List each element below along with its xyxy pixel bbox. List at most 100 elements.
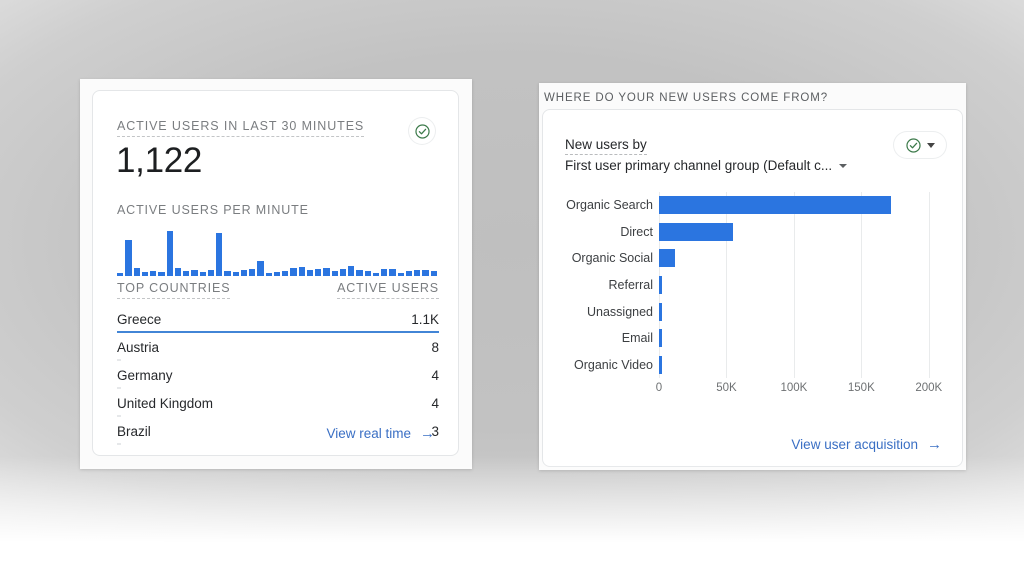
table-row[interactable]: Greece 1.1K bbox=[117, 305, 439, 333]
bar-row[interactable] bbox=[659, 192, 949, 219]
view-user-acquisition-label: View user acquisition bbox=[791, 437, 918, 452]
table-row[interactable]: United Kingdom 4 bbox=[117, 389, 439, 417]
sparkline-bar bbox=[150, 271, 156, 276]
new-users-bar-chart: Organic SearchDirectOrganic SocialReferr… bbox=[561, 192, 949, 410]
bar-row[interactable] bbox=[659, 325, 949, 352]
sparkline-bar bbox=[216, 233, 222, 276]
channel-label: Organic Social bbox=[561, 245, 659, 272]
channel-label: Email bbox=[561, 325, 659, 352]
sparkline-bar bbox=[142, 272, 148, 276]
channel-label: Referral bbox=[561, 272, 659, 299]
chevron-down-icon bbox=[927, 143, 935, 148]
sparkline-bar bbox=[175, 268, 181, 276]
bar-row[interactable] bbox=[659, 272, 949, 299]
axis-tick-label: 0 bbox=[656, 382, 662, 394]
sparkline-bar bbox=[158, 272, 164, 276]
check-circle-icon bbox=[905, 137, 922, 154]
sparkline-bar bbox=[241, 270, 247, 276]
sparkline-bar bbox=[282, 271, 288, 276]
sparkline-bar bbox=[373, 273, 379, 276]
active-users-value: 8 bbox=[431, 340, 439, 355]
active-users-sparkline bbox=[117, 223, 439, 276]
channel-axis-labels: Organic SearchDirectOrganic SocialReferr… bbox=[561, 192, 659, 378]
sparkline-bar bbox=[307, 270, 313, 276]
sparkline-bar bbox=[274, 272, 280, 276]
channel-bar[interactable] bbox=[659, 196, 891, 214]
realtime-headline-label: ACTIVE USERS IN LAST 30 MINUTES bbox=[117, 119, 364, 137]
realtime-active-users-value: 1,122 bbox=[116, 141, 202, 181]
active-users-value: 4 bbox=[431, 368, 439, 383]
bar-chart-plot-area bbox=[659, 192, 949, 378]
view-real-time-label: View real time bbox=[326, 426, 411, 441]
sparkline-bar bbox=[249, 269, 255, 276]
sparkline-bar bbox=[257, 261, 263, 276]
sparkline-bar bbox=[125, 240, 131, 276]
chart-bars bbox=[659, 192, 949, 378]
sparkline-bar bbox=[134, 268, 140, 276]
channel-bar[interactable] bbox=[659, 249, 675, 267]
sparkline-bar bbox=[183, 271, 189, 276]
axis-tick-label: 50K bbox=[716, 382, 736, 394]
channel-bar[interactable] bbox=[659, 276, 662, 294]
channel-group-dimension-label: First user primary channel group (Defaul… bbox=[565, 158, 832, 173]
bar-row[interactable] bbox=[659, 298, 949, 325]
top-countries-table-header: TOP COUNTRIES ACTIVE USERS bbox=[117, 281, 439, 299]
card-status-dropdown[interactable] bbox=[894, 132, 946, 158]
axis-tick-label: 200K bbox=[915, 382, 942, 394]
sparkline-bar bbox=[290, 268, 296, 276]
channel-bar[interactable] bbox=[659, 356, 662, 374]
country-name: Brazil bbox=[117, 424, 151, 439]
sparkline-bar bbox=[414, 270, 420, 276]
sparkline-bar bbox=[200, 272, 206, 276]
value-axis-ticks: 0 50K 100K 150K 200K bbox=[659, 382, 949, 400]
axis-tick-label: 150K bbox=[848, 382, 875, 394]
sparkline-bar bbox=[224, 271, 230, 276]
column-header-country: TOP COUNTRIES bbox=[117, 281, 230, 299]
channel-label: Organic Search bbox=[561, 192, 659, 219]
channel-bar[interactable] bbox=[659, 223, 733, 241]
active-users-value: 1.1K bbox=[411, 312, 439, 327]
country-name: Germany bbox=[117, 368, 173, 383]
dashboard-canvas: ACTIVE USERS IN LAST 30 MINUTES 1,122 AC… bbox=[0, 0, 1024, 576]
sparkline-bar bbox=[365, 271, 371, 276]
sparkline-bar bbox=[406, 271, 412, 276]
sparkline-bar bbox=[191, 270, 197, 276]
table-row[interactable]: Austria8 bbox=[117, 333, 439, 361]
sparkline-bar bbox=[315, 269, 321, 276]
view-real-time-link[interactable]: View real time → bbox=[326, 426, 435, 441]
axis-tick-label: 100K bbox=[780, 382, 807, 394]
country-name: United Kingdom bbox=[117, 396, 213, 411]
channel-label: Direct bbox=[561, 219, 659, 246]
bar-row[interactable] bbox=[659, 219, 949, 246]
channel-label: Unassigned bbox=[561, 298, 659, 325]
channel-label: Organic Video bbox=[561, 351, 659, 378]
channel-group-dimension-selector[interactable]: First user primary channel group (Defaul… bbox=[565, 158, 847, 173]
realtime-card: ACTIVE USERS IN LAST 30 MINUTES 1,122 AC… bbox=[92, 90, 459, 456]
table-row[interactable]: Germany 4 bbox=[117, 361, 439, 389]
acquisition-card-title: WHERE DO YOUR NEW USERS COME FROM? bbox=[544, 92, 828, 104]
sparkline-bar bbox=[332, 271, 338, 276]
sparkline-bar bbox=[422, 270, 428, 276]
new-users-metric-selector[interactable]: New users by bbox=[565, 137, 647, 152]
row-share-bar bbox=[117, 443, 121, 445]
sparkline-bar bbox=[233, 272, 239, 276]
arrow-right-icon: → bbox=[420, 426, 435, 441]
view-user-acquisition-link[interactable]: View user acquisition → bbox=[791, 437, 942, 452]
realtime-card-shell: ACTIVE USERS IN LAST 30 MINUTES 1,122 AC… bbox=[80, 79, 472, 469]
bar-row[interactable] bbox=[659, 351, 949, 378]
arrow-right-icon: → bbox=[927, 437, 942, 452]
active-users-value: 4 bbox=[431, 396, 439, 411]
bar-row[interactable] bbox=[659, 245, 949, 272]
channel-bar[interactable] bbox=[659, 303, 662, 321]
acquisition-card-shell: WHERE DO YOUR NEW USERS COME FROM? New u… bbox=[539, 83, 966, 470]
sparkline-bar bbox=[381, 269, 387, 276]
sparkline-bar bbox=[167, 231, 173, 276]
sparkline-bar bbox=[356, 270, 362, 276]
sparkline-bar bbox=[431, 271, 437, 276]
channel-bar[interactable] bbox=[659, 329, 662, 347]
country-name: Greece bbox=[117, 312, 161, 327]
active-users-per-minute-label: ACTIVE USERS PER MINUTE bbox=[117, 203, 309, 217]
sparkline-bar bbox=[340, 269, 346, 276]
sparkline-bar bbox=[117, 273, 123, 276]
check-circle-icon bbox=[409, 118, 435, 144]
